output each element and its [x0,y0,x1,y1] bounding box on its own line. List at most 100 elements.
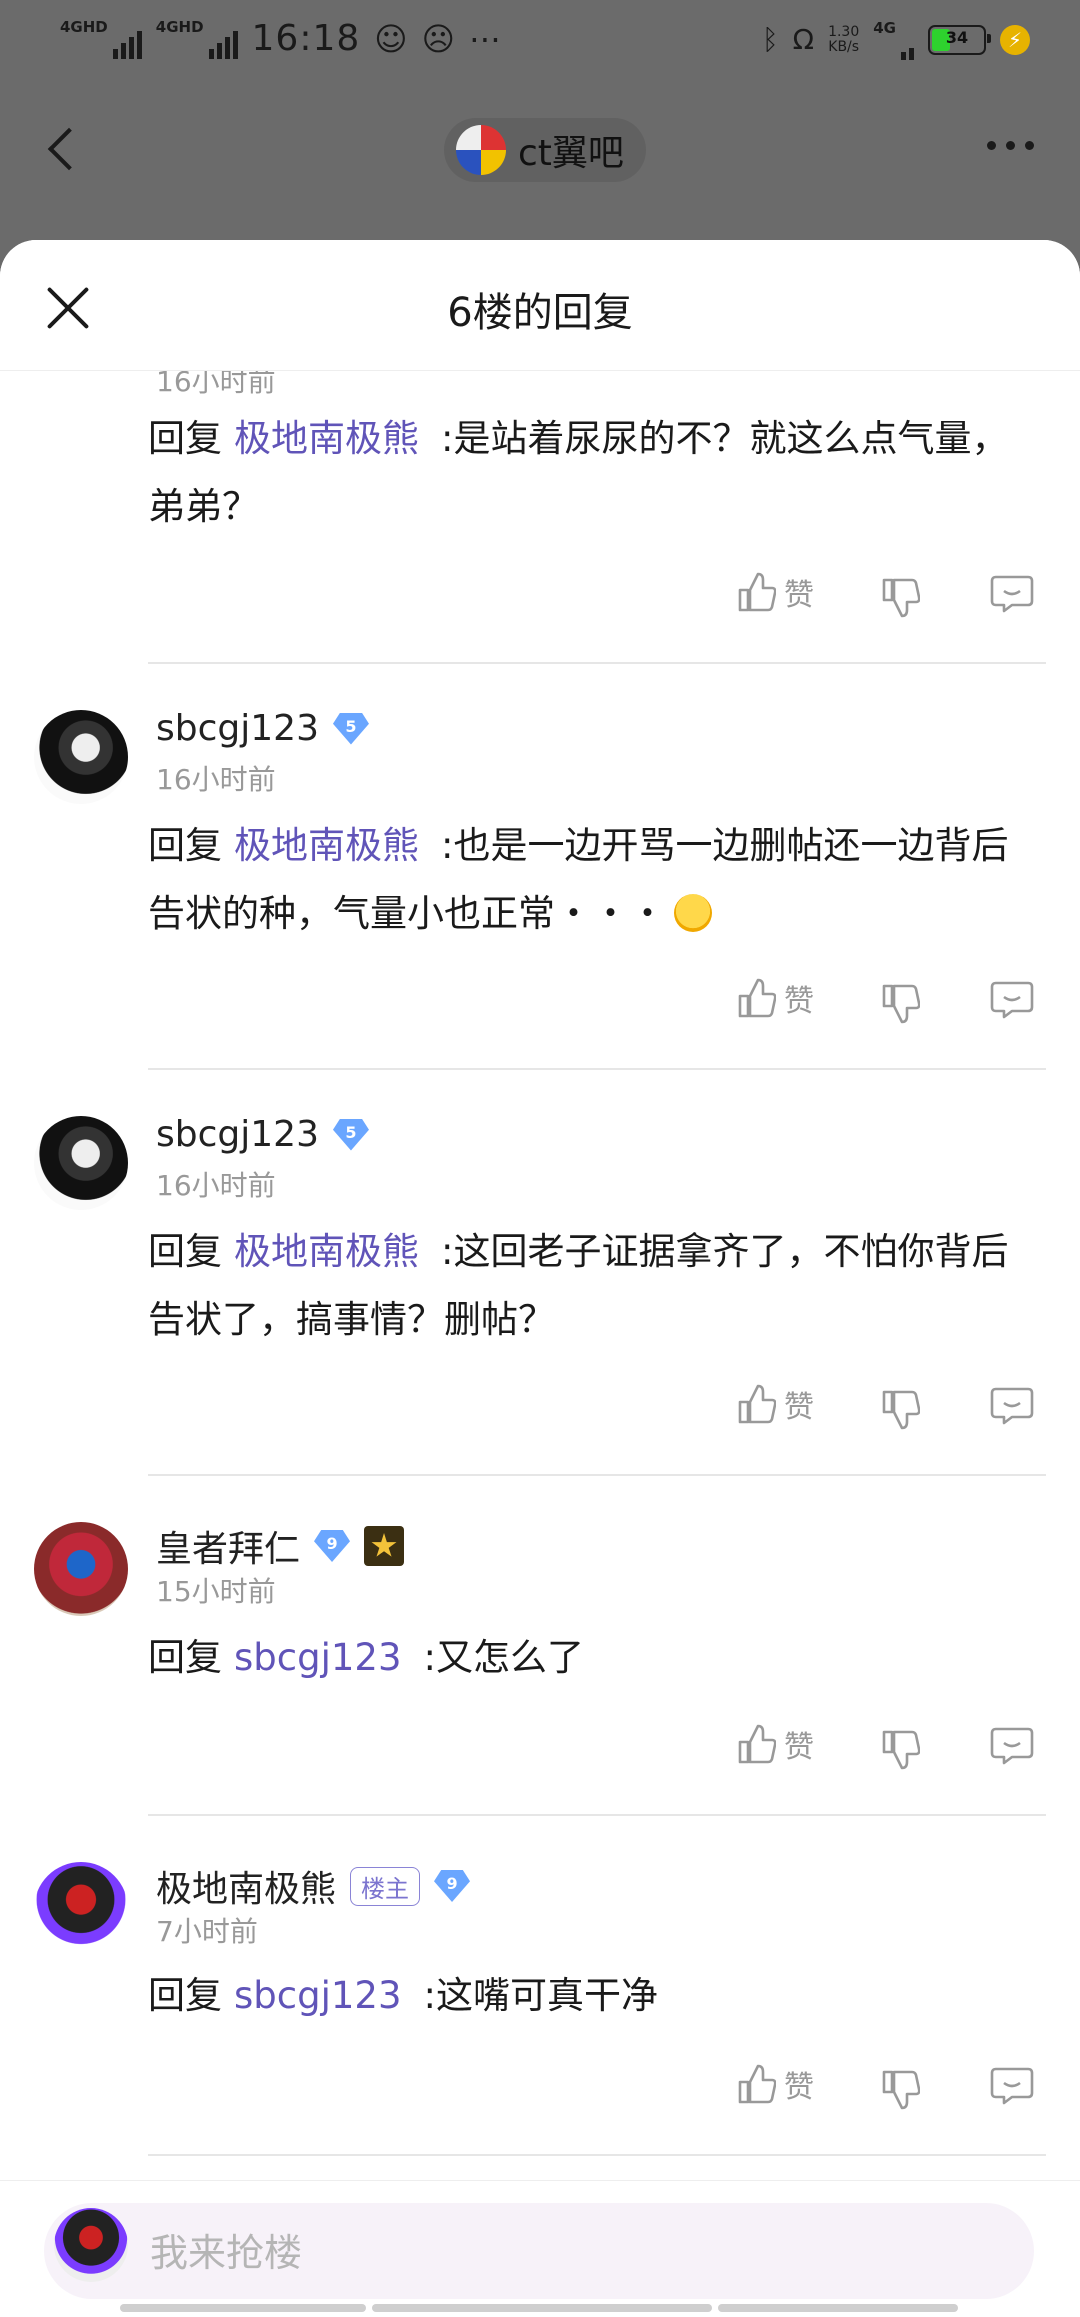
sheet-title: 6楼的回复 [447,290,633,336]
divider [148,2154,1046,2156]
user-row: sbcgj123 5 [156,708,369,749]
mention-link[interactable]: 极地南极熊 [234,1230,419,1273]
forum-avatar [456,125,506,175]
mention-link[interactable]: sbcgj123 [234,1636,402,1679]
reply-actions: 赞 [736,976,1036,1036]
reply-text: :这嘴可真干净 [423,1974,658,2017]
network-type-label: 4GHD [60,17,108,36]
reply-content: 回复 sbcgj123 :又怎么了 [148,1624,1028,1692]
like-label: 赞 [784,1390,814,1425]
my-avatar [54,2208,128,2282]
divider [148,662,1046,664]
like-button[interactable]: 赞 [736,1382,814,1426]
mention-link[interactable]: 极地南极熊 [234,824,419,867]
gesture-bar-segment [120,2304,366,2312]
gesture-bar-segment [372,2304,712,2312]
reply-prefix: 回复 [148,824,222,867]
network-type-label: 4GHD [155,17,204,36]
network-speed-unit: KB/s [828,39,860,55]
battery-level: 34 [945,28,969,47]
reply-prefix: 回复 [148,1974,222,2017]
more-dots-icon: ⋯ [469,19,501,58]
thumbs-up-icon [736,976,776,1020]
username[interactable]: 皇者拜仁 [156,1520,300,1572]
like-button[interactable]: 赞 [736,2062,814,2106]
level-badge: 9 [434,1870,471,1902]
reply-prefix: 回复 [148,1230,222,1273]
username[interactable]: sbcgj123 [156,1114,319,1155]
divider [148,1474,1046,1476]
avatar[interactable] [34,710,128,804]
like-label: 赞 [784,1730,814,1765]
reply-actions: 赞 [736,1382,1036,1442]
status-bar: 4GHD 4GHD 16:18 ☺ ☹ ⋯ ᛒ Ω 1.30 KB/s 4G 3… [0,0,1080,84]
thumbs-up-icon [736,2062,776,2106]
comment-icon[interactable] [990,574,1034,614]
thumbs-down-icon[interactable] [880,2068,920,2112]
clock: 16:18 [251,18,361,59]
angry-face-emoji-icon [674,894,712,932]
medal-badge-icon [364,1526,405,1566]
reply-time: 15小时前 [156,1575,276,1608]
thumbs-up-icon [736,1722,776,1766]
reply-input-placeholder[interactable]: 我来抢楼 [150,2222,302,2277]
username[interactable]: sbcgj123 [156,708,319,749]
thumbs-down-icon[interactable] [880,1388,920,1432]
like-label: 赞 [784,984,814,1019]
reply-actions: 赞 [736,2062,1036,2122]
divider [148,1814,1046,1816]
avatar[interactable] [34,1862,128,1956]
reply-content: 回复 sbcgj123 :这嘴可真干净 [148,1962,1028,2030]
gesture-bar-segment [718,2304,958,2312]
headphones-icon: Ω [792,23,815,56]
reply-text: :又怎么了 [423,1636,584,1679]
reply-content: 回复 极地南极熊:这回老子证据拿齐了，不怕你背后告状了，搞事情？删帖？ [148,1218,1028,1354]
like-button[interactable]: 赞 [736,570,814,614]
user-row: 极地南极熊 楼主 9 [156,1860,471,1912]
reply-sheet: 6楼的回复 16小时前 回复 极地南极熊:是站着尿尿的不？就这么点气量，弟弟？ 赞 [0,240,1080,2316]
battery-icon: 34 [928,25,991,55]
mention-link[interactable]: sbcgj123 [234,1974,402,2017]
back-arrow-icon[interactable] [40,118,90,182]
user-row: 皇者拜仁 9 [156,1520,405,1572]
forum-pill[interactable]: ct翼吧 [444,118,646,182]
level-badge: 9 [314,1530,351,1562]
level-badge: 5 [332,712,369,745]
thumbs-down-icon[interactable] [880,1728,920,1772]
forum-name: ct翼吧 [518,133,624,174]
reply-prefix: 回复 [148,1636,222,1679]
reply-prefix: 回复 [148,417,222,460]
sheet-header: 6楼的回复 [0,240,1080,371]
more-menu-icon[interactable] [980,130,1040,160]
username[interactable]: 极地南极熊 [156,1860,336,1912]
divider [148,1068,1046,1070]
top-nav: ct翼吧 [0,100,1080,200]
thumbs-up-icon [736,570,776,614]
comment-icon[interactable] [990,1386,1034,1426]
owner-tag: 楼主 [350,1866,421,1906]
signal-icon: 4GHD [60,19,142,59]
comment-icon[interactable] [990,1726,1034,1766]
reply-content: 回复 极地南极熊:是站着尿尿的不？就这么点气量，弟弟？ [148,405,1028,541]
network-type-label: 4G [873,19,896,37]
comment-icon[interactable] [990,2066,1034,2106]
comment-icon[interactable] [990,980,1034,1020]
bluetooth-icon: ᛒ [761,23,779,56]
like-button[interactable]: 赞 [736,1722,814,1766]
like-label: 赞 [784,2070,814,2105]
signal-icon: 4GHD [156,19,238,59]
person-icon: ☺ [374,19,408,58]
level-badge: 5 [332,1118,369,1151]
reply-time: 16小时前 [156,1169,276,1202]
signal-icon: 4G [873,20,914,60]
chat-icon: ☹ [421,19,455,58]
reply-actions: 赞 [736,570,1036,630]
avatar[interactable] [34,1522,128,1616]
mention-link[interactable]: 极地南极熊 [234,417,419,460]
like-label: 赞 [784,578,814,613]
like-button[interactable]: 赞 [736,976,814,1020]
thumbs-down-icon[interactable] [880,982,920,1026]
avatar[interactable] [34,1116,128,1210]
thumbs-down-icon[interactable] [880,576,920,620]
reply-actions: 赞 [736,1722,1036,1782]
